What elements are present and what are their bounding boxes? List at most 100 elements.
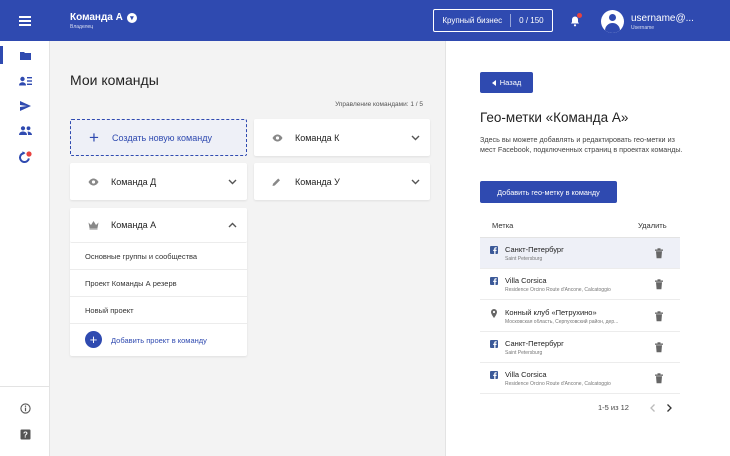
username: username@... <box>631 13 694 24</box>
create-team-button[interactable]: + Создать новую команду <box>70 119 247 156</box>
sidebar-item-teams[interactable] <box>0 42 50 68</box>
team-selector-role: Владелец <box>70 24 94 30</box>
facebook-icon <box>490 371 498 379</box>
geo-tag-address: Московская область, Серпуховский район, … <box>505 319 619 325</box>
plus-icon: + <box>89 128 99 147</box>
refresh-badge-icon <box>18 151 32 163</box>
avatar-head <box>609 14 616 21</box>
notification-dot <box>577 13 582 18</box>
svg-text:?: ? <box>23 430 28 439</box>
geo-tag-address: Residence Orcino Route d'Ancone, Calcato… <box>505 381 611 387</box>
geo-tag-row[interactable]: Villa Corsica Residence Orcino Route d'A… <box>480 363 680 394</box>
panel-description: Здесь вы можете добавлять и редактироват… <box>480 135 683 154</box>
notifications-button[interactable] <box>569 13 582 27</box>
chevron-up-icon[interactable] <box>228 222 237 228</box>
sidebar-item-publish[interactable] <box>0 93 50 119</box>
panel-title: Гео-метки «Команда А» <box>480 110 629 125</box>
geo-tag-row[interactable]: Санкт-Петербург Saint Petersburg <box>480 332 680 363</box>
back-label: Назад <box>499 78 522 87</box>
next-page-button[interactable] <box>664 403 674 413</box>
geo-tag-row[interactable]: Villa Corsica Residence Orcino Route d'A… <box>480 269 680 300</box>
chevron-left-icon <box>491 79 496 86</box>
chevron-down-icon: ▾ <box>126 12 137 23</box>
create-team-label: Создать новую команду <box>112 133 212 143</box>
hamburger-icon <box>19 15 31 26</box>
geo-tag-row[interactable]: Санкт-Петербург Saint Petersburg <box>480 238 680 269</box>
eye-icon <box>272 134 283 142</box>
team-name: Команда У <box>295 176 340 187</box>
chevron-down-icon[interactable] <box>411 179 420 185</box>
chevron-left-icon <box>649 404 655 412</box>
project-item[interactable]: Новый проект <box>70 297 247 324</box>
geo-tag-name: Villa Corsica <box>505 370 547 379</box>
plan-usage: 0 / 150 <box>519 16 544 25</box>
sidebar-divider <box>0 386 50 387</box>
add-project-button[interactable]: + Добавить проект в команду <box>70 324 247 355</box>
geo-tag-name: Конный клуб «Петрухино» <box>505 308 597 317</box>
sidebar: ? <box>0 41 50 456</box>
team-card-a-expanded: Команда А Основные группы и сообщества П… <box>70 208 247 356</box>
geo-tag-name: Villa Corsica <box>505 276 547 285</box>
facebook-icon <box>490 340 498 348</box>
trash-icon[interactable] <box>654 373 664 384</box>
add-geo-tag-button[interactable]: Добавить гео-метку в команду <box>480 181 617 203</box>
plan-name: Крупный бизнес <box>442 16 503 25</box>
chevron-down-icon[interactable] <box>411 135 420 141</box>
username-sub: Username <box>631 25 655 31</box>
plus-circle-icon: + <box>85 331 102 348</box>
manage-teams-counter: Управление командами: 1 / 5 <box>335 101 423 108</box>
team-card-k[interactable]: Команда К <box>254 119 430 156</box>
sidebar-item-updates[interactable] <box>0 144 50 170</box>
eye-icon <box>88 178 99 186</box>
user-info[interactable]: username@... Username <box>631 13 694 31</box>
menu-button[interactable] <box>0 0 50 41</box>
sidebar-item-help[interactable]: ? <box>0 421 50 447</box>
prev-page-button[interactable] <box>647 403 657 413</box>
chevron-right-icon <box>666 404 672 412</box>
folder-icon <box>19 51 31 60</box>
plan-badge[interactable]: Крупный бизнес 0 / 150 <box>433 9 553 32</box>
pencil-icon <box>272 177 281 186</box>
team-name: Команда Д <box>111 176 157 187</box>
pagination-label: 1-5 из 12 <box>598 403 629 412</box>
trash-icon[interactable] <box>654 311 664 322</box>
column-header-tag: Метка <box>492 221 514 230</box>
geo-tag-name: Санкт-Петербург <box>505 245 564 254</box>
trash-icon[interactable] <box>654 279 664 290</box>
chevron-down-icon[interactable] <box>228 179 237 185</box>
geo-tag-address: Saint Petersburg <box>505 256 543 262</box>
crown-icon <box>88 221 99 230</box>
facebook-icon <box>490 277 498 285</box>
page-title: Мои команды <box>70 72 159 88</box>
geo-tags-panel: Назад Гео-метки «Команда А» Здесь вы мож… <box>445 41 730 456</box>
trash-icon[interactable] <box>654 248 664 259</box>
team-card-u[interactable]: Команда У <box>254 163 430 200</box>
trash-icon[interactable] <box>654 342 664 353</box>
map-pin-icon <box>490 309 498 318</box>
team-name: Команда К <box>295 132 340 143</box>
geo-tag-name: Санкт-Петербург <box>505 339 564 348</box>
team-card-d[interactable]: Команда Д <box>70 163 247 200</box>
facebook-icon <box>490 246 498 254</box>
geo-tag-address: Saint Petersburg <box>505 350 543 356</box>
project-item[interactable]: Основные группы и сообщества <box>70 243 247 270</box>
team-selector-name: Команда А <box>70 12 123 23</box>
info-icon <box>19 402 31 414</box>
plan-divider <box>510 14 512 27</box>
team-card-a-header[interactable]: Команда А <box>70 208 247 243</box>
column-header-delete: Удалить <box>638 221 667 230</box>
avatar[interactable] <box>601 10 624 33</box>
add-project-label: Добавить проект в команду <box>111 336 207 345</box>
top-bar: Команда А ▾ Владелец Крупный бизнес 0 / … <box>0 0 730 41</box>
team-name: Команда А <box>111 220 157 230</box>
avatar-body <box>605 23 620 33</box>
sidebar-item-info[interactable] <box>0 395 50 421</box>
sidebar-item-users[interactable] <box>0 68 50 94</box>
geo-tag-address: Residence Orcino Route d'Ancone, Calcato… <box>505 287 611 293</box>
project-item[interactable]: Проект Команды А резерв <box>70 270 247 297</box>
people-icon <box>18 125 32 135</box>
team-selector[interactable]: Команда А ▾ Владелец <box>70 12 137 30</box>
sidebar-item-people[interactable] <box>0 117 50 143</box>
geo-tag-row[interactable]: Конный клуб «Петрухино» Московская облас… <box>480 301 680 332</box>
back-button[interactable]: Назад <box>480 72 533 93</box>
